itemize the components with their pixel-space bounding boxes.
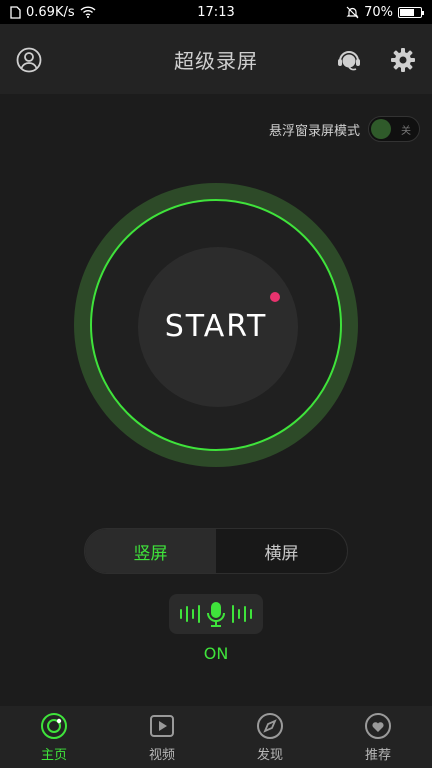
tab-video[interactable]: 视频 <box>108 706 216 768</box>
microphone-button[interactable] <box>169 594 263 634</box>
silent-bell-icon <box>346 6 359 18</box>
home-icon <box>41 712 67 739</box>
tab-label: 推荐 <box>364 747 391 763</box>
battery-icon <box>398 6 424 18</box>
toggle-state-text: 关 <box>401 126 411 137</box>
tab-label: 发现 <box>256 747 283 763</box>
microphone-wave-icon <box>180 602 252 627</box>
customer-service-icon[interactable] <box>335 46 363 74</box>
status-left: 0.69K/s <box>10 5 96 20</box>
microphone-state: ON <box>203 644 229 663</box>
floating-window-toggle[interactable]: 关 <box>368 116 420 142</box>
start-record-button[interactable]: START <box>121 231 311 421</box>
battery-percent: 70% <box>364 4 393 20</box>
settings-gear-icon[interactable] <box>389 46 417 74</box>
network-speed: 0.69K/s <box>26 4 75 20</box>
header: 超级录屏 <box>0 24 432 94</box>
floating-window-row: 悬浮窗录屏模式 关 <box>269 116 420 142</box>
tab-home[interactable]: 主页 <box>0 706 108 768</box>
tab-discover[interactable]: 发现 <box>216 706 324 768</box>
user-profile-icon[interactable] <box>15 46 43 74</box>
record-dial: START <box>74 183 358 467</box>
compass-icon <box>257 712 283 739</box>
floating-window-label: 悬浮窗录屏模式 <box>268 123 360 139</box>
toggle-knob <box>371 119 391 139</box>
orientation-toggle: 竖屏 横屏 <box>84 528 348 574</box>
tab-label: 视频 <box>148 747 175 763</box>
record-dot-icon <box>270 292 280 302</box>
portrait-button[interactable]: 竖屏 <box>85 529 216 573</box>
landscape-button[interactable]: 横屏 <box>216 529 347 573</box>
status-right: 70% <box>346 4 424 20</box>
status-bar: 0.69K/s 17:13 70% <box>0 0 432 24</box>
tab-label: 主页 <box>40 747 67 763</box>
battery-fill <box>400 8 414 16</box>
tab-recommend[interactable]: 推荐 <box>324 706 432 768</box>
bottom-tab-bar: 主页 视频 发现 推荐 <box>0 706 432 768</box>
wifi-icon <box>80 6 96 18</box>
sim-icon <box>10 5 21 19</box>
page-title: 超级录屏 <box>174 48 258 73</box>
video-icon <box>150 714 174 737</box>
heart-icon <box>365 712 391 739</box>
